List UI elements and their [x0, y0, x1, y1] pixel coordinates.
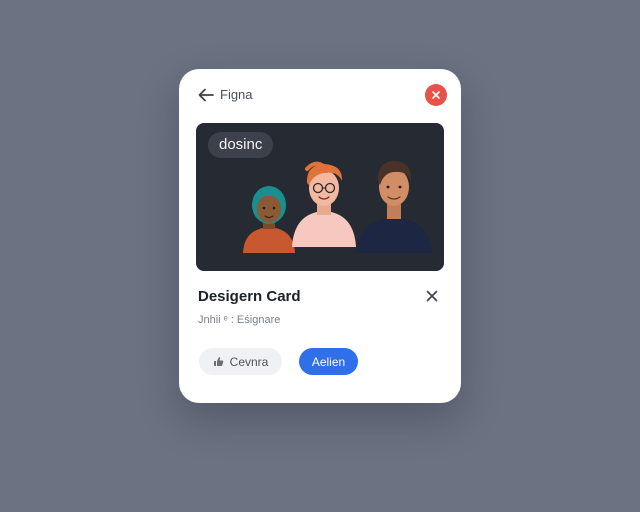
- avatar-right: [356, 161, 432, 253]
- thumbs-up-icon: [213, 357, 223, 366]
- close-button[interactable]: [425, 84, 447, 106]
- dismiss-button[interactable]: [424, 288, 440, 304]
- header-title: Figna: [220, 87, 253, 102]
- secondary-button-label: Cevnra: [229, 354, 269, 369]
- primary-button-label: Aelien: [311, 354, 346, 369]
- card-title: Desigern Card: [198, 288, 301, 305]
- hero-image: dosinc: [196, 123, 444, 271]
- secondary-button[interactable]: Cevnra: [199, 348, 282, 375]
- close-icon: [426, 290, 438, 302]
- card-header: Figna: [179, 69, 461, 121]
- avatar-middle: [292, 161, 356, 247]
- arrow-left-icon: [198, 88, 214, 102]
- back-button[interactable]: [197, 86, 215, 104]
- primary-button[interactable]: Aelien: [299, 348, 358, 375]
- hero-tag: dosinc: [208, 132, 274, 158]
- close-icon: [432, 91, 440, 99]
- card-subtitle: Jnhii ᵉ : Eśignare: [198, 314, 281, 326]
- avatar-left: [243, 186, 295, 253]
- dialog-card: Figna dosinc Desigern Card Jnhii ᵉ: Eśi…: [179, 69, 461, 403]
